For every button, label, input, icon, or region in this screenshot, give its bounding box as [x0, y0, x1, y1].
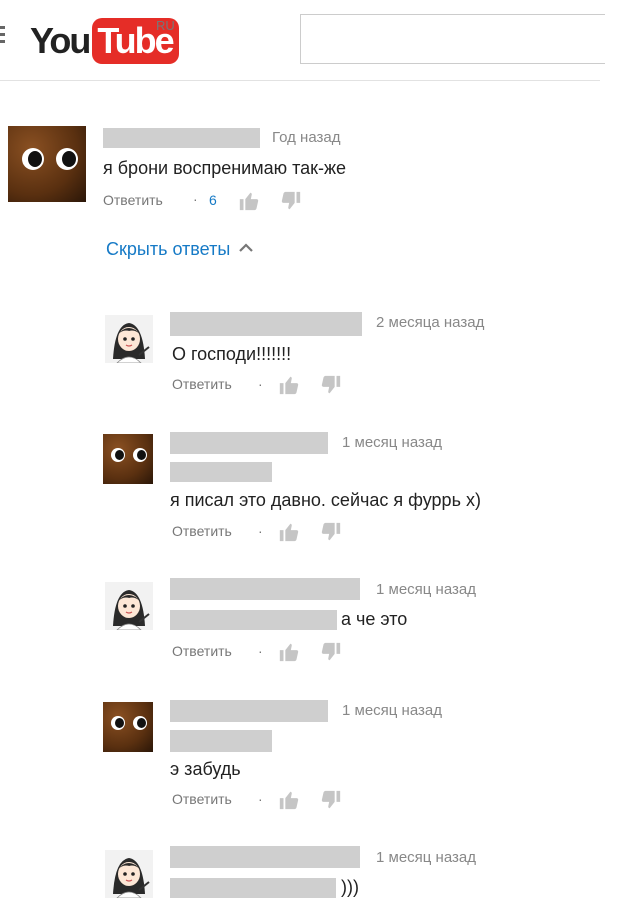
- hide-replies-button[interactable]: Скрыть ответы: [106, 239, 254, 260]
- thumbs-up-icon[interactable]: [278, 641, 300, 663]
- chevron-up-icon: [239, 243, 254, 252]
- reply-button[interactable]: Ответить: [172, 376, 232, 392]
- redacted-username: [170, 846, 360, 868]
- redacted-username: [170, 312, 362, 336]
- menu-icon[interactable]: [0, 26, 5, 46]
- reply-button[interactable]: Ответить: [172, 523, 232, 539]
- avatar[interactable]: [103, 434, 153, 484]
- avatar[interactable]: [105, 315, 153, 363]
- header-divider: [0, 80, 600, 81]
- thumbs-down-icon[interactable]: [280, 190, 302, 212]
- thumbs-up-icon[interactable]: [278, 374, 300, 396]
- redacted-mention: [170, 462, 272, 482]
- redacted-mention: [170, 730, 272, 752]
- comment-text: э забудь: [170, 759, 241, 779]
- hide-replies-label: Скрыть ответы: [106, 239, 231, 259]
- separator-dot: ·: [258, 523, 263, 539]
- comment-time[interactable]: 2 месяца назад: [376, 314, 484, 331]
- comment-text: О господи!!!!!!!: [172, 344, 292, 364]
- avatar[interactable]: [103, 702, 153, 752]
- reply-button[interactable]: Ответить: [172, 791, 232, 807]
- separator-dot: ·: [193, 191, 198, 207]
- comment-time[interactable]: 1 месяц назад: [376, 581, 476, 598]
- search-input[interactable]: [300, 14, 605, 64]
- separator-dot: ·: [258, 376, 263, 392]
- thumbs-down-icon[interactable]: [320, 374, 342, 396]
- reply-button[interactable]: Ответить: [172, 643, 232, 659]
- redacted-username: [170, 700, 328, 722]
- comment-time[interactable]: 1 месяц назад: [376, 849, 476, 866]
- comment-time[interactable]: 1 месяц назад: [342, 702, 442, 719]
- thumbs-up-icon[interactable]: [238, 190, 260, 212]
- thumbs-up-icon[interactable]: [278, 521, 300, 543]
- region-label: RU: [156, 18, 175, 33]
- thumbs-up-icon[interactable]: [278, 789, 300, 811]
- comment-text: я брони воспренимаю так-же: [103, 158, 347, 178]
- separator-dot: ·: [258, 791, 263, 807]
- thumbs-down-icon[interactable]: [320, 521, 342, 543]
- redacted-username: [170, 578, 360, 600]
- comment-text: а че это: [341, 609, 408, 629]
- like-count: 6: [209, 192, 217, 208]
- thumbs-down-icon[interactable]: [320, 641, 342, 663]
- reply-button[interactable]: Ответить: [103, 192, 163, 208]
- separator-dot: ·: [258, 643, 263, 659]
- avatar[interactable]: [8, 126, 86, 202]
- comment-text: я писал это давно. сейчас я фуррь х): [170, 490, 481, 510]
- redacted-mention: [170, 878, 336, 898]
- avatar[interactable]: [105, 850, 153, 898]
- avatar[interactable]: [105, 582, 153, 630]
- logo-you-text: You: [30, 20, 91, 61]
- thumbs-down-icon[interactable]: [320, 789, 342, 811]
- redacted-mention: [170, 610, 337, 630]
- redacted-username: [103, 128, 260, 148]
- comment-time[interactable]: Год назад: [272, 129, 340, 146]
- comment-time[interactable]: 1 месяц назад: [342, 434, 442, 451]
- redacted-username: [170, 432, 328, 454]
- comment-text: ))): [341, 877, 359, 897]
